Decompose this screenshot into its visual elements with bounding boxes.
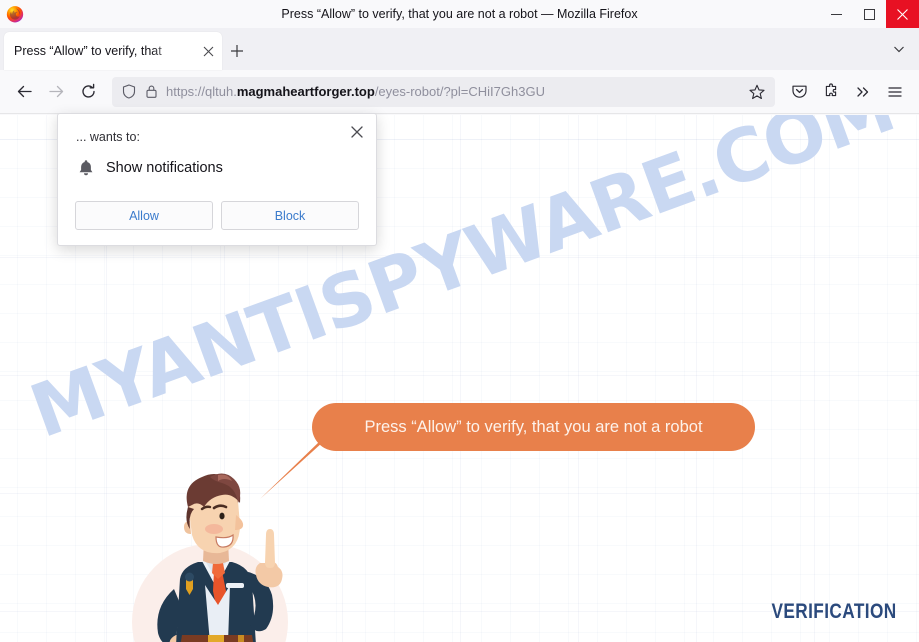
popup-permission-row: Show notifications	[76, 158, 223, 178]
block-button[interactable]: Block	[221, 201, 359, 230]
extensions-button[interactable]	[815, 76, 847, 108]
list-all-tabs-button[interactable]	[887, 37, 911, 61]
tracking-protection-shield-button[interactable]	[118, 81, 140, 103]
popup-close-button[interactable]	[346, 121, 368, 143]
back-button[interactable]	[8, 76, 40, 108]
plus-icon	[231, 45, 243, 57]
tab-close-button[interactable]	[199, 42, 217, 60]
browser-window: Press “Allow” to verify, that you are no…	[0, 0, 919, 642]
url-host: magmaheartforger.top	[236, 84, 375, 99]
extensions-puzzle-icon	[825, 83, 836, 97]
bell-icon	[79, 160, 93, 176]
businessman-character-illustration	[132, 473, 288, 642]
window-controls	[820, 0, 919, 28]
star-icon	[749, 84, 765, 99]
pocket-button[interactable]	[783, 76, 815, 108]
minimize-icon	[831, 13, 842, 15]
overflow-chevrons-icon	[857, 86, 869, 97]
tab-strip: Press “Allow” to verify, that	[0, 28, 919, 70]
arrow-left-icon	[17, 85, 32, 98]
title-bar: Press “Allow” to verify, that you are no…	[0, 0, 919, 28]
pocket-icon	[791, 85, 807, 98]
app-menu-button[interactable]	[879, 76, 911, 108]
overflow-menu-button[interactable]	[847, 76, 879, 108]
reload-icon	[81, 83, 95, 98]
lock-icon	[145, 85, 157, 98]
navigation-toolbar: https://qltuh.magmaheartforger.top/eyes-…	[0, 70, 919, 114]
verification-logo-text: VERIFICATION	[771, 600, 897, 623]
bookmark-button[interactable]	[745, 80, 769, 104]
maximize-icon	[864, 8, 875, 20]
speech-bubble-body: Press “Allow” to verify, that you are no…	[312, 403, 755, 451]
hamburger-menu-icon	[888, 86, 902, 97]
new-tab-button[interactable]	[222, 32, 252, 70]
arrow-right-icon	[48, 85, 63, 98]
site-security-lock-button[interactable]	[140, 81, 162, 103]
url-bar[interactable]: https://qltuh.magmaheartforger.top/eyes-…	[112, 76, 775, 107]
reload-button[interactable]	[72, 76, 104, 108]
url-scheme: https://qltuh.	[166, 84, 237, 99]
firefox-logo-icon	[6, 6, 24, 23]
browser-tab[interactable]: Press “Allow” to verify, that	[4, 32, 222, 70]
chevron-down-icon	[894, 46, 904, 53]
close-icon	[351, 126, 363, 138]
maximize-button[interactable]	[853, 0, 886, 28]
minimize-button[interactable]	[820, 0, 853, 28]
speech-bubble: Press “Allow” to verify, that you are no…	[258, 403, 778, 513]
url-path: /eyes-robot/?pl=CHiI7Gh3GU	[374, 84, 545, 99]
speech-bubble-text: Press “Allow” to verify, that you are no…	[364, 417, 703, 436]
tab-label: Press “Allow” to verify, that	[14, 44, 162, 58]
allow-button[interactable]: Allow	[75, 201, 213, 230]
notification-permission-popup: ... wants to: Show notifications Allow B…	[57, 113, 377, 246]
popup-permission-label: Show notifications	[106, 160, 223, 176]
shield-icon	[122, 84, 136, 99]
toolbar-right-icons	[783, 76, 911, 108]
popup-action-buttons: Allow Block	[75, 201, 359, 230]
close-window-button[interactable]	[886, 0, 919, 28]
close-icon	[897, 8, 908, 20]
forward-button[interactable]	[40, 76, 72, 108]
url-text: https://qltuh.magmaheartforger.top/eyes-…	[166, 84, 745, 99]
popup-title: ... wants to:	[76, 130, 140, 144]
close-icon	[203, 46, 213, 56]
window-title: Press “Allow” to verify, that you are no…	[281, 7, 638, 21]
